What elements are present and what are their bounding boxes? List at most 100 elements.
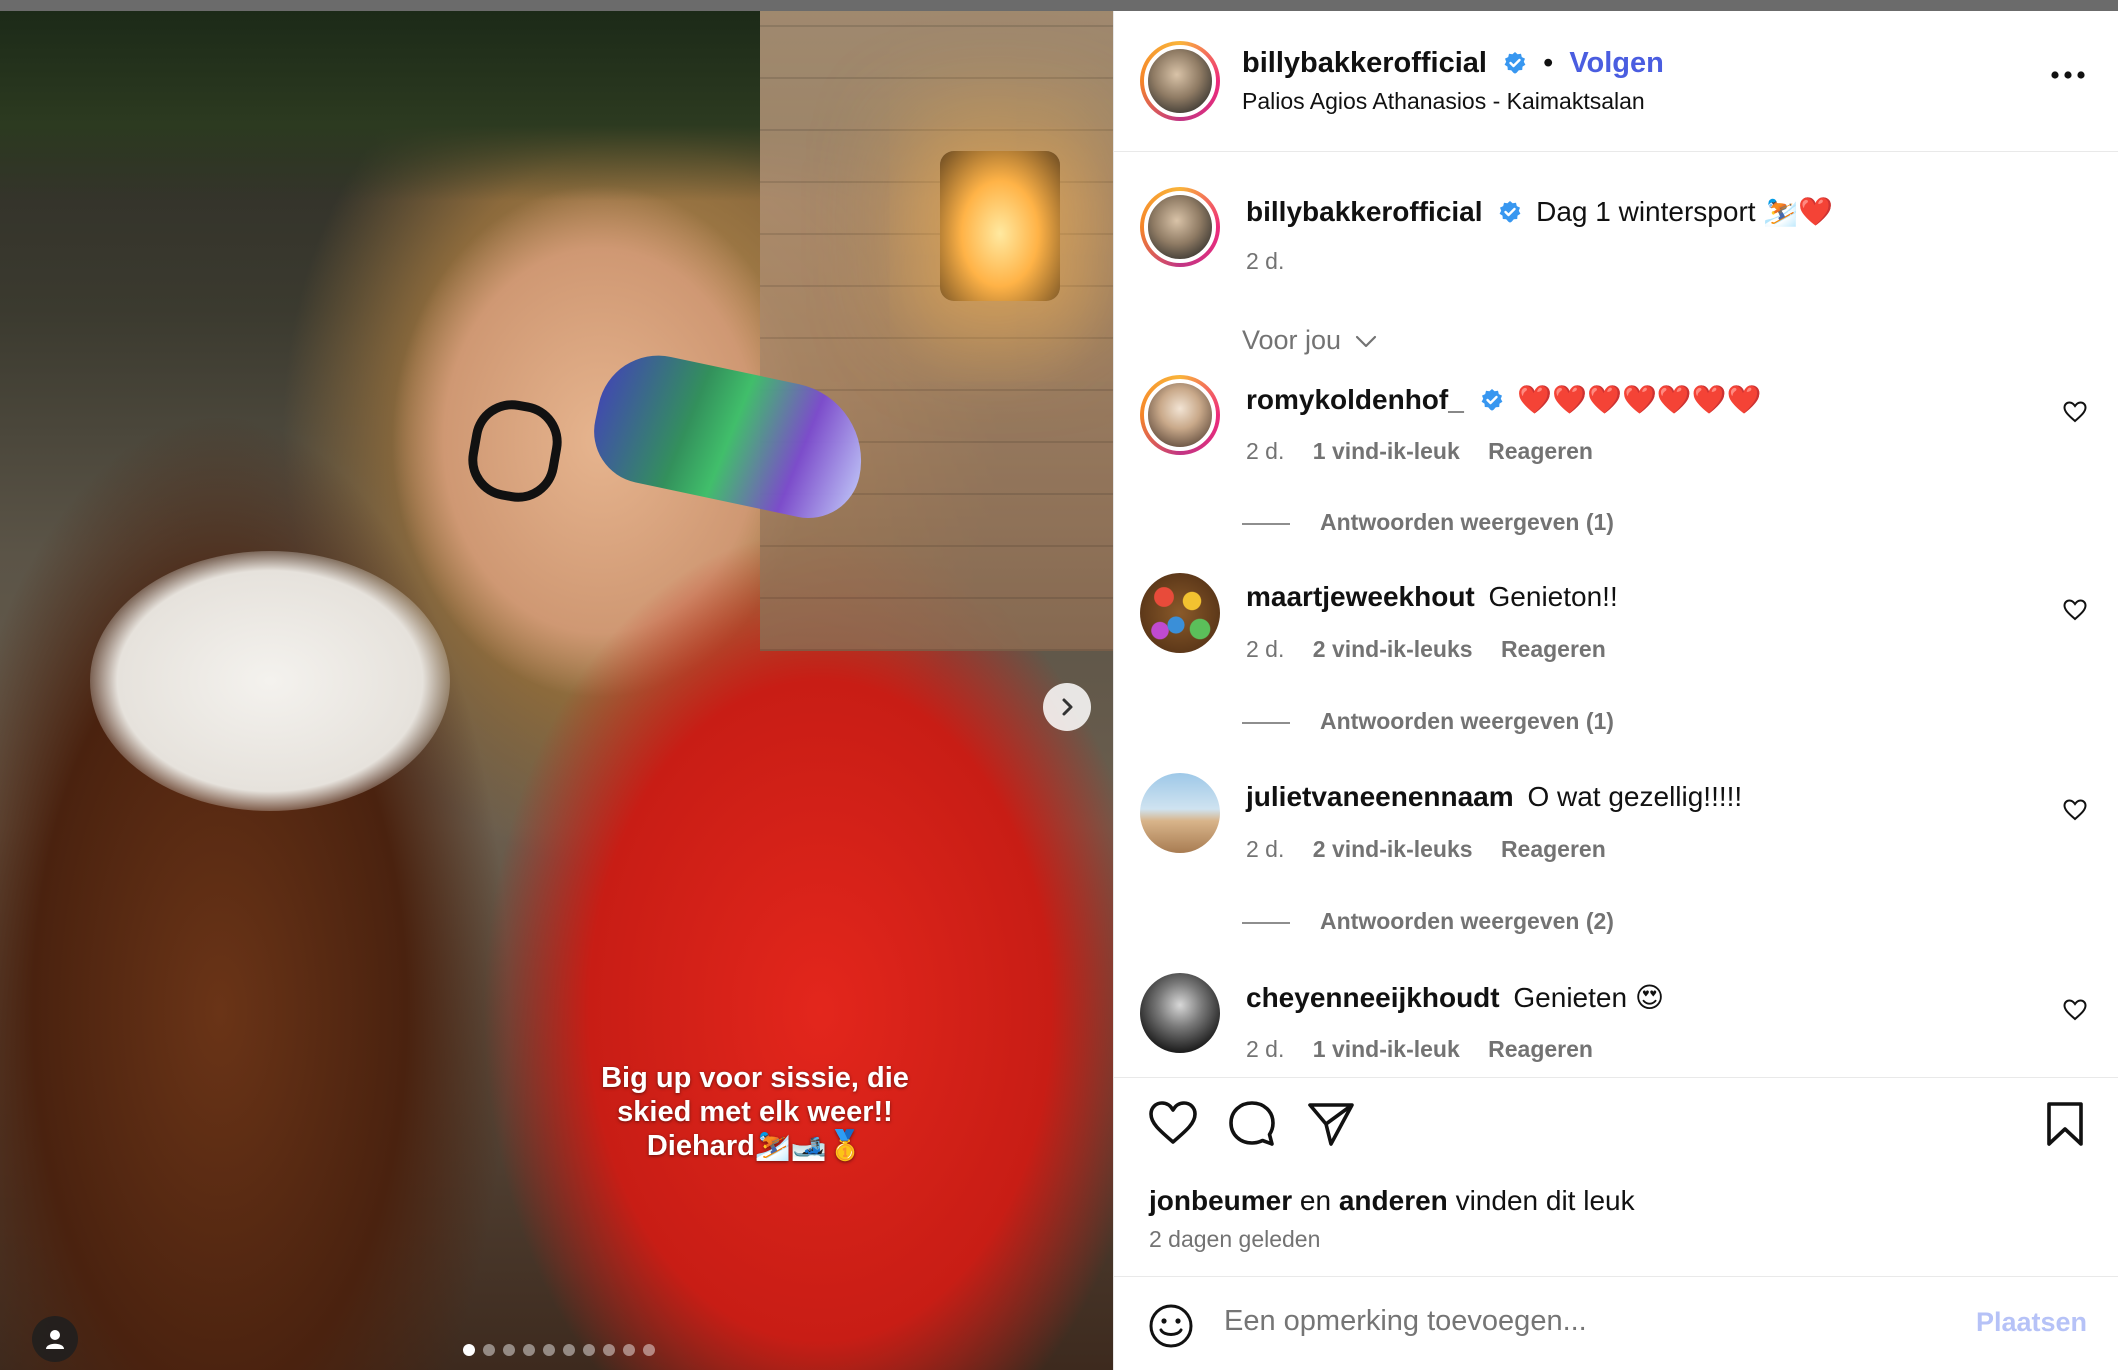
chevron-right-icon — [1062, 698, 1073, 716]
browser-top-strip — [0, 0, 2118, 11]
comment-username[interactable]: maartjeweekhout — [1246, 581, 1475, 612]
author-username[interactable]: billybakkerofficial — [1242, 47, 1487, 79]
overlay-line-3: Diehard⛷️🎿🥇 — [646, 1130, 864, 1162]
carousel-dot — [563, 1344, 575, 1356]
verified-badge-icon — [1499, 201, 1521, 223]
view-replies-button[interactable]: Antwoorden weergeven (2) — [1242, 908, 1614, 935]
replies-divider — [1242, 522, 1290, 525]
user-icon — [46, 1330, 64, 1349]
save-bookmark-icon[interactable] — [2045, 1100, 2085, 1148]
carousel-dot — [643, 1344, 655, 1356]
comment-likes[interactable]: 1 vind-ik-leuk — [1313, 1036, 1460, 1062]
caption-author-avatar[interactable] — [1140, 187, 1220, 267]
comment-meta: 2 d. 2 vind-ik-leuks Reageren — [1246, 836, 1606, 863]
comment-row: julietvaneenennaam O wat gezellig!!!!! — [1246, 781, 1742, 813]
commenter-avatar[interactable] — [1140, 375, 1220, 455]
reply-button[interactable]: Reageren — [1501, 636, 1606, 662]
caption-age: 2 d. — [1246, 248, 1285, 274]
carousel-dot — [543, 1344, 555, 1356]
add-comment-input[interactable] — [1224, 1305, 1924, 1338]
media-glasses — [462, 393, 568, 509]
comments-filter[interactable]: Voor jou — [1242, 325, 1377, 356]
overlay-line-2: skied met elk weer!! — [617, 1096, 893, 1128]
replies-divider — [1242, 721, 1290, 724]
comment-like-heart-icon[interactable] — [2063, 999, 2087, 1021]
likes-first-user[interactable]: jonbeumer — [1149, 1185, 1292, 1216]
carousel-dot — [603, 1344, 615, 1356]
comment-like-heart-icon[interactable] — [2063, 401, 2087, 423]
follow-button[interactable]: Volgen — [1569, 47, 1664, 79]
comment-username[interactable]: romykoldenhof_ — [1246, 384, 1464, 415]
overlay-line-1: Big up voor sissie, die — [601, 1062, 909, 1094]
post-side-panel: billybakkerofficial • Volgen Palios Agio… — [1113, 11, 2118, 1370]
comment-text: Genieton!! — [1488, 581, 1618, 612]
more-options-icon[interactable] — [2051, 71, 2085, 79]
media-brick-wall — [760, 11, 1113, 651]
comment-likes[interactable]: 2 vind-ik-leuks — [1313, 636, 1473, 662]
view-replies-button[interactable]: Antwoorden weergeven (1) — [1242, 509, 1614, 536]
carousel-dot — [483, 1344, 495, 1356]
carousel-dot — [503, 1344, 515, 1356]
comment-row: romykoldenhof_ ❤️❤️❤️❤️❤️❤️❤️ — [1246, 383, 1761, 416]
replies-divider — [1242, 921, 1290, 924]
comment-meta: 2 d. 1 vind-ik-leuk Reageren — [1246, 438, 1593, 465]
comment-bubble-icon[interactable] — [1228, 1100, 1276, 1148]
like-heart-icon[interactable] — [1148, 1100, 1198, 1146]
next-slide-button[interactable] — [1043, 683, 1091, 731]
commenter-avatar[interactable] — [1140, 573, 1220, 653]
post-modal: Big up voor sissie, die skied met elk we… — [0, 11, 2118, 1370]
author-row: billybakkerofficial • Volgen — [1242, 47, 1664, 80]
media-text-overlay: Big up voor sissie, die skied met elk we… — [520, 1061, 990, 1163]
comment-likes[interactable]: 1 vind-ik-leuk — [1313, 438, 1460, 464]
carousel-indicator — [463, 1344, 655, 1356]
comment-age: 2 d. — [1246, 636, 1285, 662]
post-comment-button[interactable]: Plaatsen — [1976, 1307, 2087, 1338]
comment-age: 2 d. — [1246, 836, 1285, 862]
comment-username[interactable]: julietvaneenennaam — [1246, 781, 1514, 812]
comment-meta: 2 d. 2 vind-ik-leuks Reageren — [1246, 636, 1606, 663]
post-media[interactable]: Big up voor sissie, die skied met elk we… — [0, 11, 1113, 1370]
likes-summary: jonbeumer en anderen vinden dit leuk — [1149, 1185, 1635, 1217]
comment-text: ❤️❤️❤️❤️❤️❤️❤️ — [1517, 384, 1762, 415]
likes-others-link[interactable]: anderen — [1339, 1185, 1448, 1216]
author-avatar[interactable] — [1140, 41, 1220, 121]
media-white-hood — [90, 551, 450, 811]
comments-scroll[interactable]: billybakkerofficial Dag 1 wintersport ⛷️… — [1114, 153, 2118, 1077]
carousel-dot — [623, 1344, 635, 1356]
comments-filter-label: Voor jou — [1242, 325, 1342, 355]
post-header: billybakkerofficial • Volgen Palios Agio… — [1114, 11, 2118, 152]
reply-button[interactable]: Reageren — [1488, 438, 1593, 464]
comment-like-heart-icon[interactable] — [2063, 799, 2087, 821]
comment-like-heart-icon[interactable] — [2063, 599, 2087, 621]
post-location[interactable]: Palios Agios Athanasios - Kaimaktsalan — [1242, 88, 1645, 115]
comment-text: O wat gezellig!!!!! — [1527, 781, 1743, 812]
comment-text: Genieten 😍 — [1513, 982, 1665, 1013]
comment-row: cheyenneeijkhoudt Genieten 😍 — [1246, 981, 1664, 1014]
header-separator: • — [1543, 47, 1554, 79]
comment-age: 2 d. — [1246, 1036, 1285, 1062]
reply-button[interactable]: Reageren — [1488, 1036, 1593, 1062]
verified-badge-icon — [1504, 52, 1526, 74]
caption-text: Dag 1 wintersport ⛷️❤️ — [1536, 196, 1834, 227]
caption-username[interactable]: billybakkerofficial — [1246, 196, 1483, 227]
commenter-avatar[interactable] — [1140, 773, 1220, 853]
commenter-avatar[interactable] — [1140, 973, 1220, 1053]
media-lamp — [940, 151, 1060, 301]
comment-age: 2 d. — [1246, 438, 1285, 464]
verified-badge-icon — [1481, 389, 1502, 411]
view-replies-button[interactable]: Antwoorden weergeven (1) — [1242, 708, 1614, 735]
emoji-smiley-icon[interactable] — [1148, 1303, 1194, 1349]
likes-joiner: en — [1299, 1185, 1332, 1216]
reply-button[interactable]: Reageren — [1501, 836, 1606, 862]
post-timestamp: 2 dagen geleden — [1149, 1226, 1321, 1252]
comment-meta: 2 d. 1 vind-ik-leuk Reageren — [1246, 1036, 1593, 1063]
likes-suffix: vinden dit leuk — [1455, 1185, 1635, 1216]
comment-likes[interactable]: 2 vind-ik-leuks — [1313, 836, 1473, 862]
carousel-dot — [523, 1344, 535, 1356]
carousel-dot — [583, 1344, 595, 1356]
tagged-users-button[interactable] — [32, 1316, 78, 1362]
comment-username[interactable]: cheyenneeijkhoudt — [1246, 982, 1500, 1013]
share-paper-plane-icon[interactable] — [1307, 1100, 1355, 1148]
carousel-dot — [463, 1344, 475, 1356]
add-comment-bar: Plaatsen — [1114, 1276, 2118, 1370]
